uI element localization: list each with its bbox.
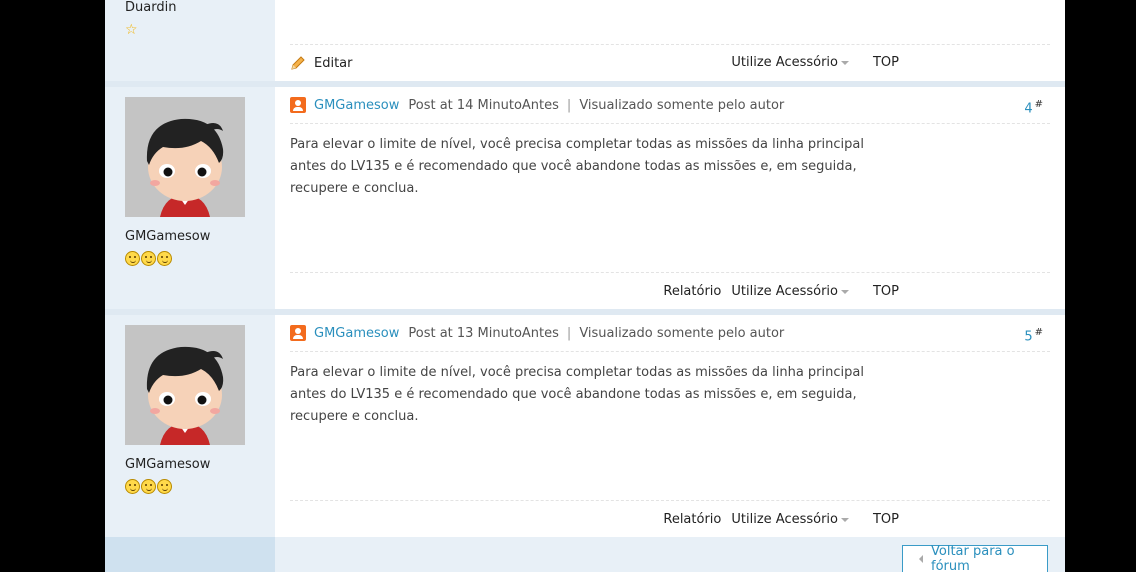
back-to-forum-button[interactable]: Voltar para o fórum (902, 544, 1048, 572)
caret-down-icon (841, 289, 849, 294)
pencil-icon (291, 56, 305, 70)
post-4-sidebar: GMGamesow (105, 87, 275, 309)
footer-sidebar (105, 537, 275, 572)
prev-post-actions: Utilize Acessório (721, 55, 849, 70)
edit-button[interactable]: Editar (290, 55, 353, 71)
post-5-main: GMGamesow Post at 13 MinutoAntes | Visua… (275, 315, 1065, 537)
smiley-icon (157, 251, 172, 266)
post-actions: Relatório Utilize Acessório (653, 512, 849, 527)
utilize-accessory-label: Utilize Acessório (731, 512, 838, 527)
prev-post-top: TOP (863, 55, 899, 70)
author-link[interactable]: GMGamesow (314, 98, 399, 113)
divider (290, 123, 1050, 124)
post-username[interactable]: GMGamesow (125, 457, 210, 472)
top-link[interactable]: TOP (873, 512, 899, 527)
smiley-icon (157, 479, 172, 494)
divider (290, 272, 1050, 273)
utilize-accessory-label: Utilize Acessório (731, 55, 838, 70)
caret-down-icon (841, 60, 849, 65)
utilize-accessory-dropdown[interactable]: Utilize Acessório (731, 55, 849, 70)
post-actions: Relatório Utilize Acessório (653, 284, 849, 299)
meta-divider: | (566, 325, 572, 341)
post-time: Post at 14 MinutoAntes (408, 97, 559, 113)
post-meta: GMGamesow Post at 13 MinutoAntes | Visua… (290, 325, 784, 341)
author-icon (290, 97, 306, 113)
view-only-author-link[interactable]: Visualizado somente pelo autor (579, 98, 784, 113)
post-content: Para elevar o limite de nível, você prec… (290, 137, 864, 196)
floor-mark: # (1034, 99, 1043, 110)
prev-post-main: Editar Utilize Acessório TOP (275, 0, 1065, 81)
author-link[interactable]: GMGamesow (314, 326, 399, 341)
prev-post-sidebar: Duardin ☆ (105, 0, 275, 81)
post-top: TOP (863, 284, 899, 299)
smiley-icon (141, 251, 156, 266)
top-link[interactable]: TOP (873, 55, 899, 70)
caret-down-icon (841, 517, 849, 522)
post-meta: GMGamesow Post at 14 MinutoAntes | Visua… (290, 97, 784, 113)
rank-icons (125, 479, 172, 494)
report-link[interactable]: Relatório (663, 512, 721, 527)
post-5-sidebar: GMGamesow (105, 315, 275, 537)
arrow-left-icon (919, 555, 923, 563)
divider (290, 351, 1050, 352)
avatar[interactable] (125, 325, 245, 445)
post-username[interactable]: GMGamesow (125, 229, 210, 244)
floor-number[interactable]: 5 # (1024, 327, 1043, 344)
rank-icons (125, 251, 172, 266)
floor-mark: # (1034, 327, 1043, 338)
floor-number[interactable]: 4 # (1024, 99, 1043, 116)
avatar-image (125, 97, 245, 217)
smiley-icon (125, 251, 140, 266)
post-top: TOP (863, 512, 899, 527)
utilize-accessory-label: Utilize Acessório (731, 284, 838, 299)
edit-label: Editar (314, 55, 353, 71)
forum-page: Duardin ☆ Editar Utilize Acessório TOP G… (105, 0, 1065, 572)
utilize-accessory-dropdown[interactable]: Utilize Acessório (731, 512, 849, 527)
top-link[interactable]: TOP (873, 284, 899, 299)
report-link[interactable]: Relatório (663, 284, 721, 299)
meta-divider: | (566, 97, 572, 113)
smiley-icon (125, 479, 140, 494)
avatar-image (125, 325, 245, 445)
post-time: Post at 13 MinutoAntes (408, 325, 559, 341)
prev-post-username[interactable]: Duardin (125, 0, 176, 15)
utilize-accessory-dropdown[interactable]: Utilize Acessório (731, 284, 849, 299)
view-only-author-link[interactable]: Visualizado somente pelo autor (579, 326, 784, 341)
post-4-main: GMGamesow Post at 14 MinutoAntes | Visua… (275, 87, 1065, 309)
avatar[interactable] (125, 97, 245, 217)
divider (290, 500, 1050, 501)
smiley-icon (141, 479, 156, 494)
floor-value: 5 (1024, 329, 1033, 345)
floor-value: 4 (1024, 101, 1033, 117)
rank-star-icon: ☆ (125, 22, 138, 38)
divider (290, 44, 1050, 45)
author-icon (290, 325, 306, 341)
back-to-forum-label: Voltar para o fórum (931, 544, 1015, 572)
post-content: Para elevar o limite de nível, você prec… (290, 365, 864, 424)
